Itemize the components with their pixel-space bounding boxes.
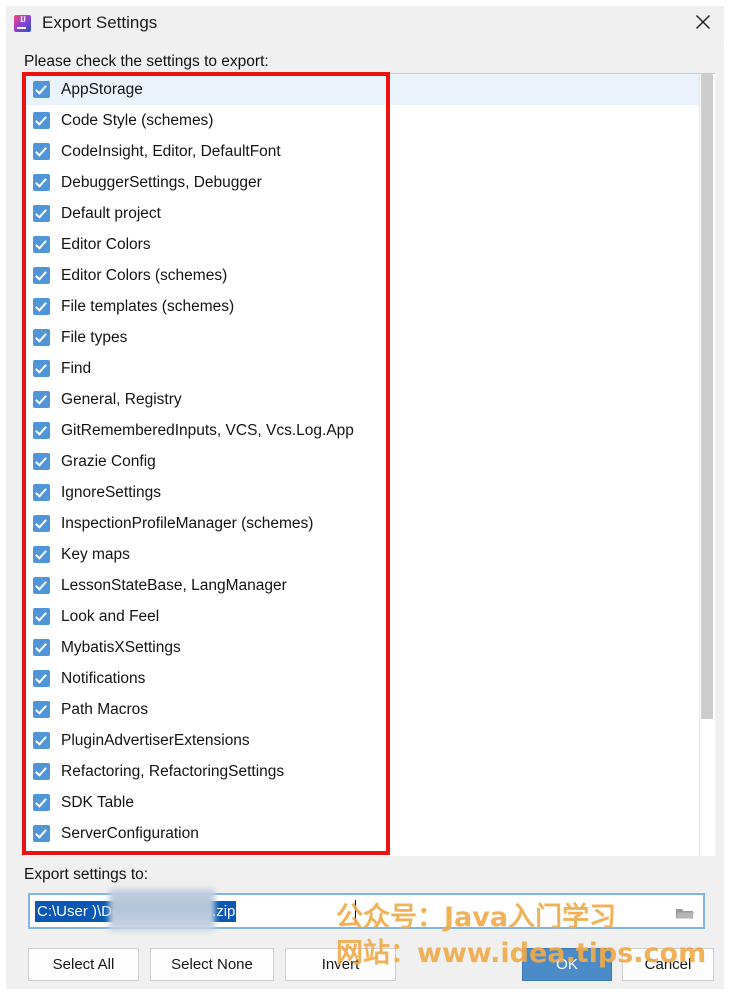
checkbox-checked-icon[interactable]: [33, 143, 50, 160]
redaction-blur: [109, 889, 215, 931]
settings-list-item[interactable]: File types: [23, 322, 715, 353]
settings-list-item[interactable]: Find: [23, 353, 715, 384]
settings-list-item[interactable]: Editor Colors: [23, 229, 715, 260]
settings-list-item-label: Notifications: [61, 669, 146, 687]
settings-list-item[interactable]: Notifications: [23, 663, 715, 694]
settings-list-item[interactable]: AppStorage: [23, 74, 715, 105]
select-all-button[interactable]: Select All: [28, 948, 139, 981]
settings-list-item[interactable]: GitRememberedInputs, VCS, Vcs.Log.App: [23, 415, 715, 446]
settings-list-item[interactable]: General, Registry: [23, 384, 715, 415]
text-caret: [355, 900, 356, 923]
settings-list-item-label: PluginAdvertiserExtensions: [61, 731, 250, 749]
settings-list-item[interactable]: Refactoring, RefactoringSettings: [23, 756, 715, 787]
settings-list-item[interactable]: ServerConfiguration: [23, 818, 715, 849]
settings-list-item[interactable]: Default project: [23, 198, 715, 229]
export-path-label: Export settings to:: [24, 866, 149, 883]
settings-list-item-label: LessonStateBase, LangManager: [61, 576, 287, 594]
settings-list[interactable]: AppStorage Code Style (schemes) CodeInsigh…: [22, 73, 715, 856]
checkbox-checked-icon[interactable]: [33, 391, 50, 408]
settings-list-item[interactable]: CodeInsight, Editor, DefaultFont: [23, 136, 715, 167]
settings-list-item[interactable]: SDK Table: [23, 787, 715, 818]
settings-list-item[interactable]: Grazie Config: [23, 446, 715, 477]
settings-list-item-label: AppStorage: [61, 80, 143, 98]
checkbox-checked-icon[interactable]: [33, 639, 50, 656]
checkbox-checked-icon[interactable]: [33, 267, 50, 284]
settings-list-item[interactable]: File templates (schemes): [23, 291, 715, 322]
settings-list-item[interactable]: InspectionProfileManager (schemes): [23, 508, 715, 539]
settings-list-item-label: Grazie Config: [61, 452, 156, 470]
checkbox-checked-icon[interactable]: [33, 577, 50, 594]
checkbox-checked-icon[interactable]: [33, 515, 50, 532]
settings-list-item[interactable]: IgnoreSettings: [23, 477, 715, 508]
cancel-button[interactable]: Cancel: [622, 948, 714, 981]
settings-list-item[interactable]: Code Style (schemes): [23, 105, 715, 136]
settings-list-item-label: Editor Colors: [61, 235, 151, 253]
checkbox-checked-icon[interactable]: [33, 360, 50, 377]
settings-list-item-label: InspectionProfileManager (schemes): [61, 514, 314, 532]
close-icon[interactable]: [682, 6, 724, 38]
checkbox-checked-icon[interactable]: [33, 670, 50, 687]
checkbox-checked-icon[interactable]: [33, 763, 50, 780]
settings-list-item[interactable]: LessonStateBase, LangManager: [23, 570, 715, 601]
checkbox-checked-icon[interactable]: [33, 298, 50, 315]
scrollbar-thumb[interactable]: [701, 74, 713, 719]
checkbox-checked-icon[interactable]: [33, 484, 50, 501]
settings-list-item-label: Path Macros: [61, 700, 149, 718]
export-path-input[interactable]: C:\User )\Desktop\settings.zip: [28, 889, 705, 931]
intellij-idea-icon: IJ: [14, 15, 31, 32]
checkbox-checked-icon[interactable]: [33, 422, 50, 439]
settings-list-item-label: Key maps: [61, 545, 130, 563]
invert-button[interactable]: Invert: [285, 948, 396, 981]
checkbox-checked-icon[interactable]: [33, 81, 50, 98]
settings-list-item[interactable]: Look and Feel: [23, 601, 715, 632]
export-settings-dialog: IJ Export Settings Please check the sett…: [0, 0, 730, 995]
select-none-button[interactable]: Select None: [150, 948, 274, 981]
settings-list-item-label: General, Registry: [61, 390, 182, 408]
checkbox-checked-icon[interactable]: [33, 546, 50, 563]
settings-list-item-label: IgnoreSettings: [61, 483, 161, 501]
settings-list-item-label: ServerConfiguration: [61, 824, 199, 842]
settings-list-item-label: GitRememberedInputs, VCS, Vcs.Log.App: [61, 421, 354, 439]
checkbox-checked-icon[interactable]: [33, 236, 50, 253]
checkbox-checked-icon[interactable]: [33, 825, 50, 842]
settings-list-item-label: SDK Table: [61, 793, 134, 811]
checkbox-checked-icon[interactable]: [33, 205, 50, 222]
settings-list-item-label: Default project: [61, 204, 161, 222]
folder-icon[interactable]: [671, 900, 699, 924]
vertical-scrollbar[interactable]: [699, 74, 715, 856]
settings-list-item-label: DebuggerSettings, Debugger: [61, 173, 262, 191]
settings-list-item[interactable]: Editor Colors (schemes): [23, 260, 715, 291]
checkbox-checked-icon[interactable]: [33, 608, 50, 625]
settings-list-item-label: Look and Feel: [61, 607, 160, 625]
settings-list-item-label: Code Style (schemes): [61, 111, 214, 129]
settings-list-item[interactable]: Key maps: [23, 539, 715, 570]
checkbox-checked-icon[interactable]: [33, 701, 50, 718]
checkbox-checked-icon[interactable]: [33, 112, 50, 129]
dialog-titlebar: IJ Export Settings: [0, 0, 730, 45]
settings-list-item[interactable]: MybatisXSettings: [23, 632, 715, 663]
settings-list-item[interactable]: PluginAdvertiserExtensions: [23, 725, 715, 756]
settings-list-item-label: CodeInsight, Editor, DefaultFont: [61, 142, 281, 160]
settings-list-item-label: MybatisXSettings: [61, 638, 181, 656]
settings-list-item[interactable]: Path Macros: [23, 694, 715, 725]
checkbox-checked-icon[interactable]: [33, 329, 50, 346]
checkbox-checked-icon[interactable]: [33, 732, 50, 749]
checkbox-checked-icon[interactable]: [33, 453, 50, 470]
dialog-title: Export Settings: [42, 13, 158, 32]
checkbox-checked-icon[interactable]: [33, 174, 50, 191]
instruction-label: Please check the settings to export:: [24, 53, 269, 70]
settings-list-item-label: Editor Colors (schemes): [61, 266, 228, 284]
checkbox-checked-icon[interactable]: [33, 794, 50, 811]
settings-list-item-label: File templates (schemes): [61, 297, 235, 315]
ok-button[interactable]: OK: [522, 948, 612, 981]
settings-list-item[interactable]: DebuggerSettings, Debugger: [23, 167, 715, 198]
settings-list-item-label: Find: [61, 359, 92, 377]
settings-list-item-label: File types: [61, 328, 128, 346]
settings-list-item-label: Refactoring, RefactoringSettings: [61, 762, 285, 780]
